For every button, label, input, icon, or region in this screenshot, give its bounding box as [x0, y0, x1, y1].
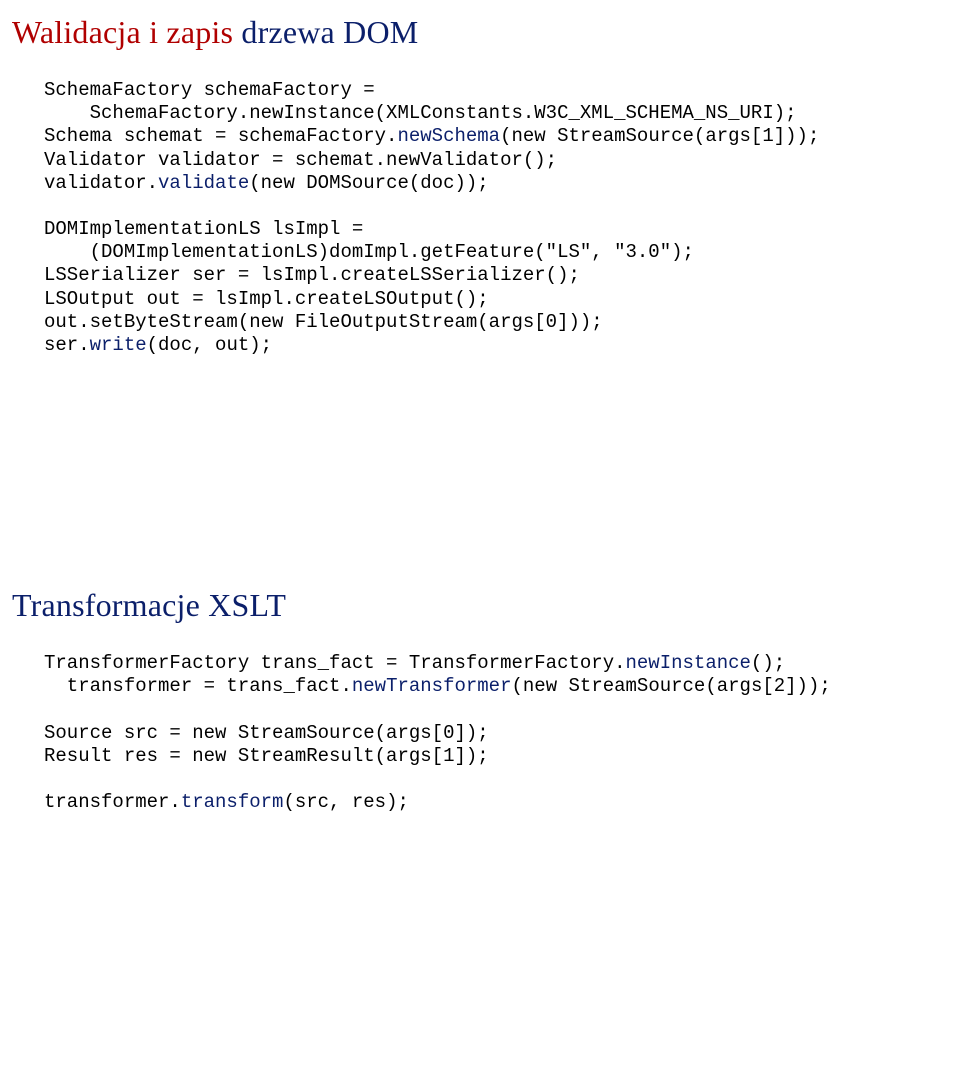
code-line: TransformerFactory trans_fact = Transfor… — [44, 652, 626, 674]
code-line: validator. — [44, 172, 158, 194]
heading-blue-part: drzewa DOM — [233, 14, 418, 50]
code-line: (new StreamSource(args[1])); — [500, 125, 819, 147]
code-line: Schema schemat = schemaFactory. — [44, 125, 397, 147]
code-line: Source src = new StreamSource(args[0]); — [44, 722, 489, 744]
section-validation: Walidacja i zapis drzewa DOM SchemaFacto… — [12, 14, 948, 357]
code-line: ser. — [44, 334, 90, 356]
code-highlight: newSchema — [397, 125, 500, 147]
code-line: LSOutput out = lsImpl.createLSOutput(); — [44, 288, 489, 310]
code-line: SchemaFactory.newInstance(XMLConstants.W… — [44, 102, 797, 124]
code-line: Result res = new StreamResult(args[1]); — [44, 745, 489, 767]
code-highlight: newTransformer — [352, 675, 512, 697]
code-line: Validator validator = schemat.newValidat… — [44, 149, 557, 171]
code-line: transformer. — [44, 791, 181, 813]
code-line: (DOMImplementationLS)domImpl.getFeature(… — [44, 241, 694, 263]
code-line: LSSerializer ser = lsImpl.createLSSerial… — [44, 264, 580, 286]
heading-xslt: Transformacje XSLT — [12, 587, 948, 624]
code-line: DOMImplementationLS lsImpl = — [44, 218, 375, 240]
code-line: SchemaFactory schemaFactory = — [44, 79, 386, 101]
code-block-validation: SchemaFactory schemaFactory = SchemaFact… — [44, 79, 948, 357]
heading-red-part: Walidacja i zapis — [12, 14, 233, 50]
code-line: (); — [751, 652, 785, 674]
code-block-xslt: TransformerFactory trans_fact = Transfor… — [44, 652, 948, 814]
heading-validation: Walidacja i zapis drzewa DOM — [12, 14, 948, 51]
code-line: (doc, out); — [147, 334, 272, 356]
code-line: transformer = trans_fact. — [44, 675, 352, 697]
code-line: (new DOMSource(doc)); — [249, 172, 488, 194]
code-highlight: validate — [158, 172, 249, 194]
section-xslt: Transformacje XSLT TransformerFactory tr… — [12, 587, 948, 814]
code-highlight: transform — [181, 791, 284, 813]
code-line: (new StreamSource(args[2])); — [512, 675, 831, 697]
code-highlight: newInstance — [626, 652, 751, 674]
code-line: (src, res); — [283, 791, 408, 813]
code-highlight: write — [90, 334, 147, 356]
code-line: out.setByteStream(new FileOutputStream(a… — [44, 311, 603, 333]
